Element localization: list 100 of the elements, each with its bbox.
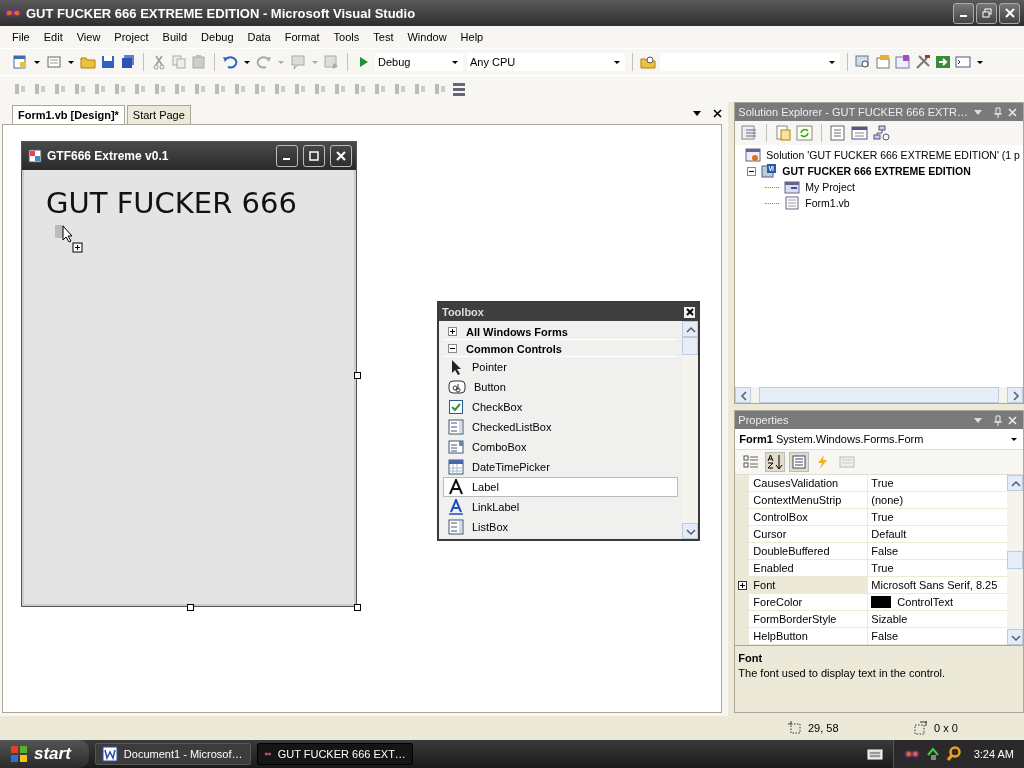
close-button[interactable] <box>999 2 1020 24</box>
toolbox-item[interactable]: Label <box>443 477 678 497</box>
resize-handle[interactable] <box>354 604 361 611</box>
property-name[interactable]: DoubleBuffered <box>749 543 869 559</box>
taskbar-button[interactable]: Document1 - Microsof… <box>94 743 251 765</box>
caret-icon[interactable] <box>244 60 250 64</box>
scroll-left-icon[interactable] <box>735 387 752 403</box>
add-project-icon[interactable] <box>12 54 28 70</box>
property-value[interactable]: Sizable <box>871 613 908 625</box>
toolbox-item[interactable]: ListBox <box>443 517 678 537</box>
network-icon[interactable] <box>925 747 940 761</box>
menu-item[interactable]: Format <box>277 29 327 45</box>
document-icon[interactable] <box>101 746 118 762</box>
scroll-down-icon[interactable] <box>1007 629 1023 645</box>
taskbar-button[interactable]: GUT FUCKER 666 EXT… <box>256 743 413 765</box>
caret-icon[interactable] <box>693 110 702 116</box>
property-name[interactable]: Font <box>749 577 869 593</box>
menu-item[interactable]: Build <box>155 29 195 45</box>
form-label[interactable]: GUT FUCKER 666 <box>46 186 297 220</box>
toolbox-item[interactable]: LinkLabel <box>443 497 678 517</box>
maximize-icon[interactable] <box>309 151 319 161</box>
show-files-icon[interactable] <box>774 125 793 141</box>
property-name[interactable]: Cursor <box>749 526 869 542</box>
comment-icon[interactable] <box>290 54 306 70</box>
search-icon[interactable] <box>945 746 962 762</box>
navigate-icon[interactable] <box>324 54 340 70</box>
command-window-icon[interactable] <box>955 54 971 70</box>
close-icon[interactable] <box>713 108 723 118</box>
property-value[interactable]: False <box>871 545 899 557</box>
expand-icon[interactable] <box>737 580 747 590</box>
menu-item[interactable]: View <box>69 29 108 45</box>
infinity-logo-icon[interactable] <box>903 748 920 760</box>
property-name[interactable]: CausesValidation <box>749 475 869 491</box>
property-name[interactable]: FormBorderStyle <box>749 611 869 627</box>
property-value[interactable]: (none) <box>871 494 904 506</box>
toolbox-group[interactable]: All Windows Forms <box>443 323 678 340</box>
magnifier-icon[interactable] <box>855 54 871 70</box>
property-value[interactable]: ControlText <box>897 596 953 608</box>
toolbox-item[interactable]: Button <box>443 377 678 397</box>
designer-view-icon[interactable] <box>851 125 870 141</box>
menu-item[interactable]: Help <box>453 29 491 45</box>
caret-icon[interactable] <box>34 60 40 64</box>
caret-icon[interactable] <box>977 60 983 64</box>
toolbox-item[interactable]: DateTimePicker <box>443 457 678 477</box>
property-value[interactable]: Default <box>871 528 907 540</box>
pin-icon[interactable] <box>994 414 1002 426</box>
refresh-icon[interactable] <box>796 125 815 141</box>
tree-item[interactable]: My Project <box>805 181 855 193</box>
tree-item[interactable]: Form1.vb <box>805 197 850 209</box>
scroll-up-icon[interactable] <box>1007 475 1023 491</box>
add-item-icon[interactable] <box>46 54 62 70</box>
resize-handle[interactable] <box>354 372 361 379</box>
minimize-button[interactable] <box>953 2 974 24</box>
save-all-icon[interactable] <box>120 54 136 70</box>
property-value[interactable]: False <box>871 630 899 642</box>
menu-item[interactable]: Tools <box>326 29 367 45</box>
property-value[interactable]: True <box>871 477 894 489</box>
tree-item[interactable]: Solution 'GUT FUCKER 666 EXTREME EDITION' (1 p <box>766 149 1020 161</box>
toolbox-item[interactable]: ComboBox <box>443 437 678 457</box>
property-name[interactable]: HelpButton <box>749 628 869 644</box>
configuration-dropdown[interactable]: Debug <box>375 53 463 71</box>
windows-logo-icon[interactable] <box>10 745 28 763</box>
scissors-icon[interactable] <box>151 54 167 70</box>
collapse-icon[interactable] <box>747 166 757 176</box>
tree-item[interactable]: GUT FUCKER 666 EXTREME EDITION <box>782 165 971 177</box>
toolbox-item[interactable]: CheckBox <box>443 397 678 417</box>
scroll-thumb[interactable] <box>759 387 999 403</box>
property-name[interactable]: ContextMenuStrip <box>749 492 869 508</box>
class-diagram-icon[interactable] <box>873 125 892 141</box>
pin-icon[interactable] <box>994 106 1002 118</box>
restore-icon[interactable] <box>981 8 992 18</box>
minimize-button[interactable] <box>276 145 298 167</box>
scroll-down-icon[interactable] <box>682 523 698 539</box>
document-tab[interactable]: Form1.vb [Design]* <box>12 105 125 124</box>
scrollbar[interactable] <box>682 321 698 539</box>
platform-dropdown[interactable]: Any CPU <box>467 53 625 71</box>
property-name[interactable]: ControlBox <box>749 509 869 525</box>
property-value[interactable]: True <box>871 562 894 574</box>
maximize-button[interactable] <box>303 145 325 167</box>
scrollbar[interactable] <box>1007 475 1023 645</box>
menu-item[interactable]: Data <box>240 29 278 45</box>
scrollbar[interactable] <box>735 387 1023 403</box>
document-tab[interactable]: Start Page <box>126 105 191 124</box>
menu-item[interactable]: Test <box>366 29 401 45</box>
find-in-files-icon[interactable] <box>640 54 656 70</box>
menu-item[interactable]: Edit <box>36 29 70 45</box>
menu-item[interactable]: File <box>5 29 37 45</box>
minus-icon[interactable] <box>448 344 457 353</box>
menu-item[interactable]: Project <box>107 29 156 45</box>
scroll-thumb[interactable] <box>682 337 698 355</box>
redo-icon[interactable] <box>256 54 272 70</box>
start-button[interactable]: start <box>0 740 89 768</box>
plus-icon[interactable] <box>448 327 457 336</box>
property-value[interactable]: Microsoft Sans Serif, 8.25 <box>871 579 998 591</box>
folder-icon[interactable] <box>80 54 96 70</box>
menu-item[interactable]: Debug <box>194 29 241 45</box>
object-browser-icon[interactable] <box>895 54 911 70</box>
toolbox-group[interactable]: Common Controls <box>443 340 678 357</box>
undo-icon[interactable] <box>222 54 238 70</box>
tools-icon[interactable] <box>915 54 931 70</box>
